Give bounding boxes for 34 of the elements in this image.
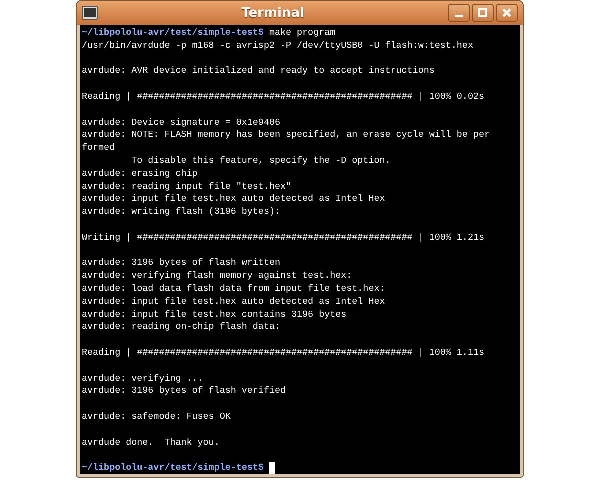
output-line: To disable this feature, specify the -D option.	[130, 154, 391, 168]
output-line: avrdude: input file test.hex contains 3196 bytes	[82, 308, 347, 322]
output-line: formed	[82, 142, 116, 155]
output-line: avrdude: erasing chip	[82, 168, 198, 181]
output-line: avrdude done. Thank you.	[82, 436, 220, 450]
command-text: make program	[268, 27, 336, 40]
output-line: avrdude: NOTE: FLASH memory has been specified, an erase cycle will be per	[82, 129, 490, 142]
output-line: avrdude: reading input file "test.hex"	[82, 180, 292, 194]
output-line: avrdude: verifying ...	[82, 372, 204, 386]
shell-prompt: ~/libpololu-avr/test/simple-test$	[82, 27, 264, 40]
output-line: avrdude: AVR device initialized and ready to accept instructions	[82, 65, 435, 78]
output-line: Reading | ################################################## | 100% 0.02s	[82, 90, 484, 104]
output-line: avrdude: input file test.hex auto detected as Intel Hex	[82, 296, 386, 309]
close-icon	[502, 8, 512, 18]
output-line: avrdude: safemode: Fuses OK	[82, 410, 231, 424]
terminal-icon	[82, 6, 98, 20]
output-line: avrdude: Device signature = 0x1e9406	[82, 116, 280, 130]
minimize-icon	[455, 15, 463, 17]
output-line: avrdude: input file test.hex auto detected as Intel Hex	[82, 193, 386, 206]
output-line: /usr/bin/avrdude -p m168 -c avrisp2 -P /dev/ttyUSB0 -U flash:w:test.hex	[82, 40, 474, 53]
close-button[interactable]	[496, 4, 518, 22]
maximize-button[interactable]	[472, 4, 494, 22]
output-line: Reading | ################################################## | 100% 1.11s	[82, 346, 484, 360]
output-line: avrdude: load data flash data from input file test.hex:	[82, 282, 386, 296]
shell-prompt: ~/libpololu-avr/test/simple-test$	[82, 462, 264, 474]
output-line: Writing | ################################################## | 100% 1.21s	[82, 232, 484, 245]
output-line: avrdude: 3196 bytes of flash verified	[82, 385, 286, 398]
maximize-icon	[478, 8, 488, 18]
window-title: Terminal	[240, 6, 306, 20]
minimize-button[interactable]	[448, 4, 470, 22]
output-line: avrdude: reading on-chip flash data:	[82, 321, 280, 334]
output-line: avrdude: verifying flash memory against test.hex:	[82, 270, 352, 283]
output-line: avrdude: writing flash (3196 bytes):	[82, 206, 280, 219]
output-line: avrdude: 3196 bytes of flash written	[82, 257, 280, 270]
